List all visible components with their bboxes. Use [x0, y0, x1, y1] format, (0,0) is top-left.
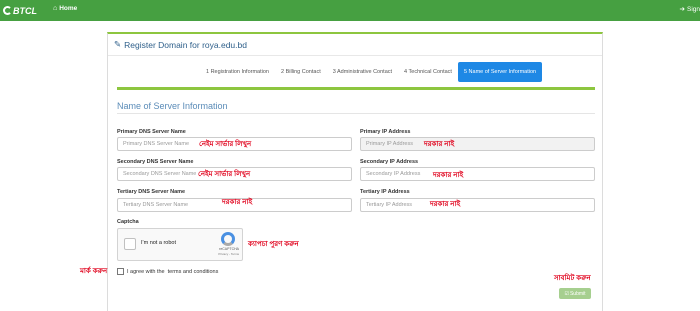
recaptcha-links[interactable]: Privacy - Terms — [218, 252, 239, 256]
submit-icon: ☑ — [564, 290, 569, 297]
step-technical[interactable]: 4 Technical Contact — [398, 62, 458, 82]
captcha-checkbox[interactable] — [124, 238, 136, 250]
section-title: Name of Server Information — [117, 101, 228, 111]
section-divider — [117, 113, 595, 114]
top-navbar: BTCL ⌂ Home ➔ Sign — [0, 0, 700, 21]
panel-title: Register Domain for roya.edu.bd — [124, 39, 247, 50]
annotation-not-needed-1: দরকার নাই — [424, 141, 455, 148]
captcha-text: I'm not a robot — [141, 240, 176, 246]
wizard-steps: 1 Registration Information 2 Billing Con… — [200, 62, 543, 82]
primary-ip-input[interactable]: Primary IP Address — [360, 137, 595, 151]
secondary-ip-input[interactable]: Secondary IP Address — [360, 167, 595, 181]
annotation-submit: সাবমিট করুন — [554, 275, 591, 282]
recaptcha-icon — [221, 232, 235, 246]
captcha-label: Captcha — [117, 219, 139, 225]
register-panel: ✎ Register Domain for roya.edu.bd 1 Regi… — [107, 32, 603, 311]
primary-ip-label: Primary IP Address — [360, 129, 411, 135]
home-label: Home — [59, 5, 78, 12]
agree-checkbox[interactable] — [117, 268, 124, 275]
signin-label: Sign — [686, 5, 700, 13]
step-billing[interactable]: 2 Billing Contact — [275, 62, 327, 82]
annotation-write-name-1: নেইম সার্ভার লিখুন — [199, 141, 252, 148]
recaptcha-widget: I'm not a robot reCAPTCHA Privacy - Term… — [117, 228, 243, 261]
submit-button[interactable]: ☑ Submit — [559, 288, 591, 299]
terms-link[interactable]: terms and conditions — [168, 269, 219, 275]
secondary-dns-label: Secondary DNS Server Name — [117, 159, 194, 165]
primary-dns-label: Primary DNS Server Name — [117, 129, 186, 135]
submit-label: Submit — [569, 290, 586, 297]
agree-text: I agree with the — [127, 268, 165, 275]
recaptcha-name: reCAPTCHA — [219, 247, 239, 251]
annotation-fill-captcha: ক্যাপচা পুরণ করুন — [248, 241, 299, 248]
signin-icon: ➔ — [679, 6, 685, 13]
btcl-logo-icon — [3, 6, 12, 15]
step-name-server[interactable]: 5 Name of Server Information — [457, 62, 543, 82]
tertiary-dns-label: Tertiary DNS Server Name — [117, 189, 186, 195]
tertiary-ip-input[interactable]: Tertiary IP Address — [360, 198, 595, 212]
tertiary-ip-label: Tertiary IP Address — [360, 189, 410, 195]
step-registration[interactable]: 1 Registration Information — [200, 62, 275, 82]
progress-bar — [117, 87, 595, 90]
secondary-ip-label: Secondary IP Address — [360, 159, 419, 165]
btcl-logo[interactable]: BTCL — [3, 2, 37, 19]
panel-header: ✎ Register Domain for roya.edu.bd — [108, 34, 602, 56]
pencil-icon: ✎ — [114, 39, 122, 49]
annotation-write-name-2: নেইম সার্ভার লিখুন — [198, 171, 251, 178]
annotation-mark: মার্ক করুন — [80, 268, 108, 275]
home-link[interactable]: ⌂ Home — [53, 5, 77, 12]
annotation-not-needed-4: দরকার নাই — [430, 201, 461, 208]
step-administrative[interactable]: 3 Administrative Contact — [327, 62, 398, 82]
home-icon: ⌂ — [53, 5, 58, 12]
annotation-not-needed-3: দরকার নাই — [222, 199, 253, 206]
signin-link[interactable]: ➔ Sign — [679, 5, 700, 14]
brand-name: BTCL — [13, 5, 37, 16]
annotation-not-needed-2: দরকার নাই — [433, 172, 464, 179]
agree-row: I agree with the terms and conditions — [117, 268, 218, 275]
